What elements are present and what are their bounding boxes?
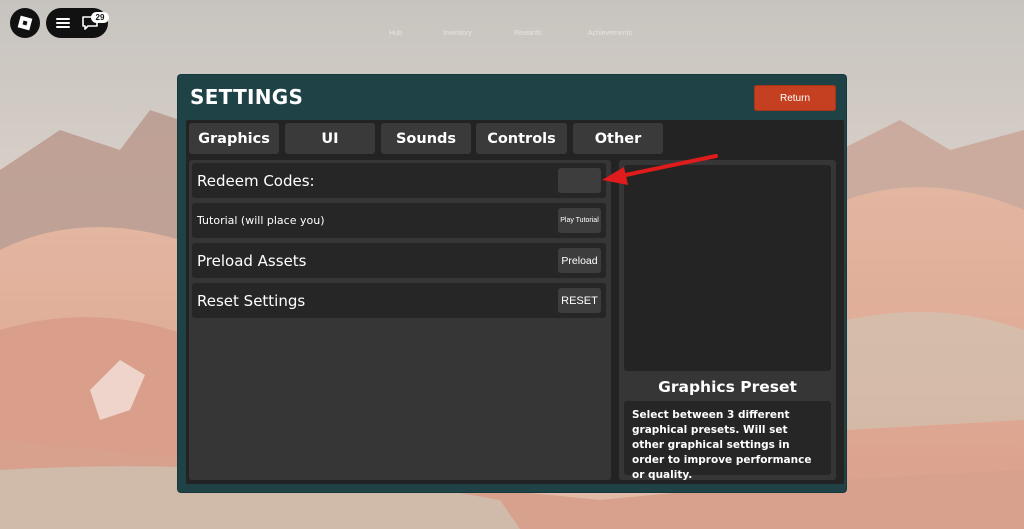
faint-top-label: Achievements	[588, 30, 632, 37]
tab-graphics[interactable]: Graphics	[189, 123, 279, 154]
preload-assets-row: Preload Assets Preload	[192, 243, 606, 278]
faint-top-label: Rewards	[514, 30, 542, 37]
reset-settings-row: Reset Settings RESET	[192, 283, 606, 318]
hamburger-menu-icon[interactable]	[56, 18, 70, 28]
graphics-preset-panel: Graphics Preset Select between 3 differe…	[619, 160, 836, 481]
preset-preview	[624, 165, 831, 371]
play-tutorial-button[interactable]: Play Tutorial	[558, 208, 601, 233]
settings-title: SETTINGS	[190, 85, 304, 109]
return-button[interactable]: Return	[754, 85, 836, 111]
settings-window: SETTINGS Return Graphics UI Sounds Contr…	[178, 75, 846, 492]
reset-button[interactable]: RESET	[558, 288, 601, 313]
settings-options-panel: Redeem Codes: Tutorial (will place you) …	[189, 160, 611, 480]
tutorial-label: Tutorial (will place you)	[197, 214, 325, 227]
roblox-logo-button[interactable]	[10, 8, 40, 38]
preset-title: Graphics Preset	[658, 378, 797, 396]
notification-badge: 29	[91, 12, 109, 23]
faint-top-label: Inventory	[443, 30, 472, 37]
faint-top-label: Hub	[389, 30, 402, 37]
reset-settings-label: Reset Settings	[197, 291, 306, 310]
roblox-logo-icon	[17, 15, 33, 31]
redeem-codes-row: Redeem Codes:	[192, 163, 606, 198]
settings-body: Graphics UI Sounds Controls Other Redeem…	[186, 120, 844, 484]
preload-assets-label: Preload Assets	[197, 251, 307, 270]
redeem-codes-label: Redeem Codes:	[197, 171, 315, 190]
tutorial-row: Tutorial (will place you) Play Tutorial	[192, 203, 606, 238]
tab-controls[interactable]: Controls	[476, 123, 567, 154]
tab-sounds[interactable]: Sounds	[381, 123, 471, 154]
preset-description: Select between 3 different graphical pre…	[624, 401, 831, 481]
annotation-arrow-icon	[602, 154, 718, 185]
preload-button[interactable]: Preload	[558, 248, 601, 273]
tab-ui[interactable]: UI	[285, 123, 375, 154]
